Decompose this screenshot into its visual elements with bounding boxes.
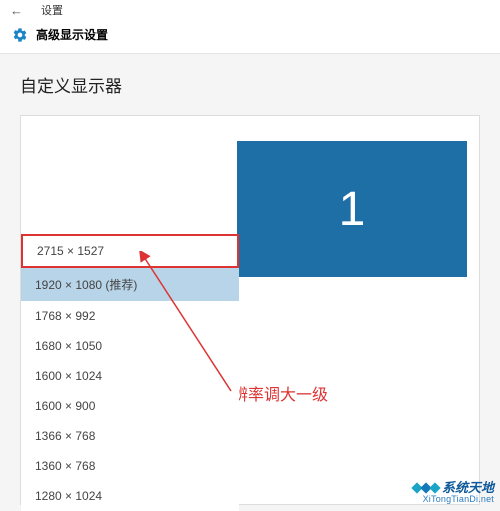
monitor-preview[interactable]: 1 (237, 141, 467, 277)
resolution-option[interactable]: 1280 × 1024 (21, 481, 239, 511)
window-header: ← 设置 (0, 0, 500, 20)
resolution-option[interactable]: 1600 × 900 (21, 391, 239, 421)
content: 自定义显示器 1 2715 × 15271920 × 1080 (推荐)1768… (0, 54, 500, 505)
resolution-option[interactable]: 2715 × 1527 (21, 234, 239, 268)
subheader-title: 高级显示设置 (36, 26, 108, 43)
resolution-dropdown-list[interactable]: 2715 × 15271920 × 1080 (推荐)1768 × 992168… (21, 234, 239, 511)
display-panel: 1 2715 × 15271920 × 1080 (推荐)1768 × 9921… (20, 115, 480, 505)
resolution-option[interactable]: 1768 × 992 (21, 301, 239, 331)
resolution-option[interactable]: 1600 × 1024 (21, 361, 239, 391)
watermark: 系统天地 XiTongTianDi.net (413, 481, 494, 505)
watermark-logo: 系统天地 (413, 481, 494, 495)
watermark-subtitle: XiTongTianDi.net (413, 495, 494, 505)
back-button[interactable]: ← (10, 3, 23, 18)
resolution-option[interactable]: 1920 × 1080 (推荐) (21, 268, 239, 301)
subheader: 高级显示设置 (0, 20, 500, 54)
gear-icon (12, 27, 28, 43)
watermark-title: 系统天地 (442, 481, 494, 495)
resolution-option[interactable]: 1360 × 768 (21, 451, 239, 481)
resolution-option[interactable]: 1366 × 768 (21, 421, 239, 451)
header-title: 设置 (41, 2, 63, 18)
cube-icon (413, 484, 439, 492)
monitor-number: 1 (339, 182, 366, 237)
resolution-option[interactable]: 1680 × 1050 (21, 331, 239, 361)
section-title: 自定义显示器 (20, 72, 480, 97)
